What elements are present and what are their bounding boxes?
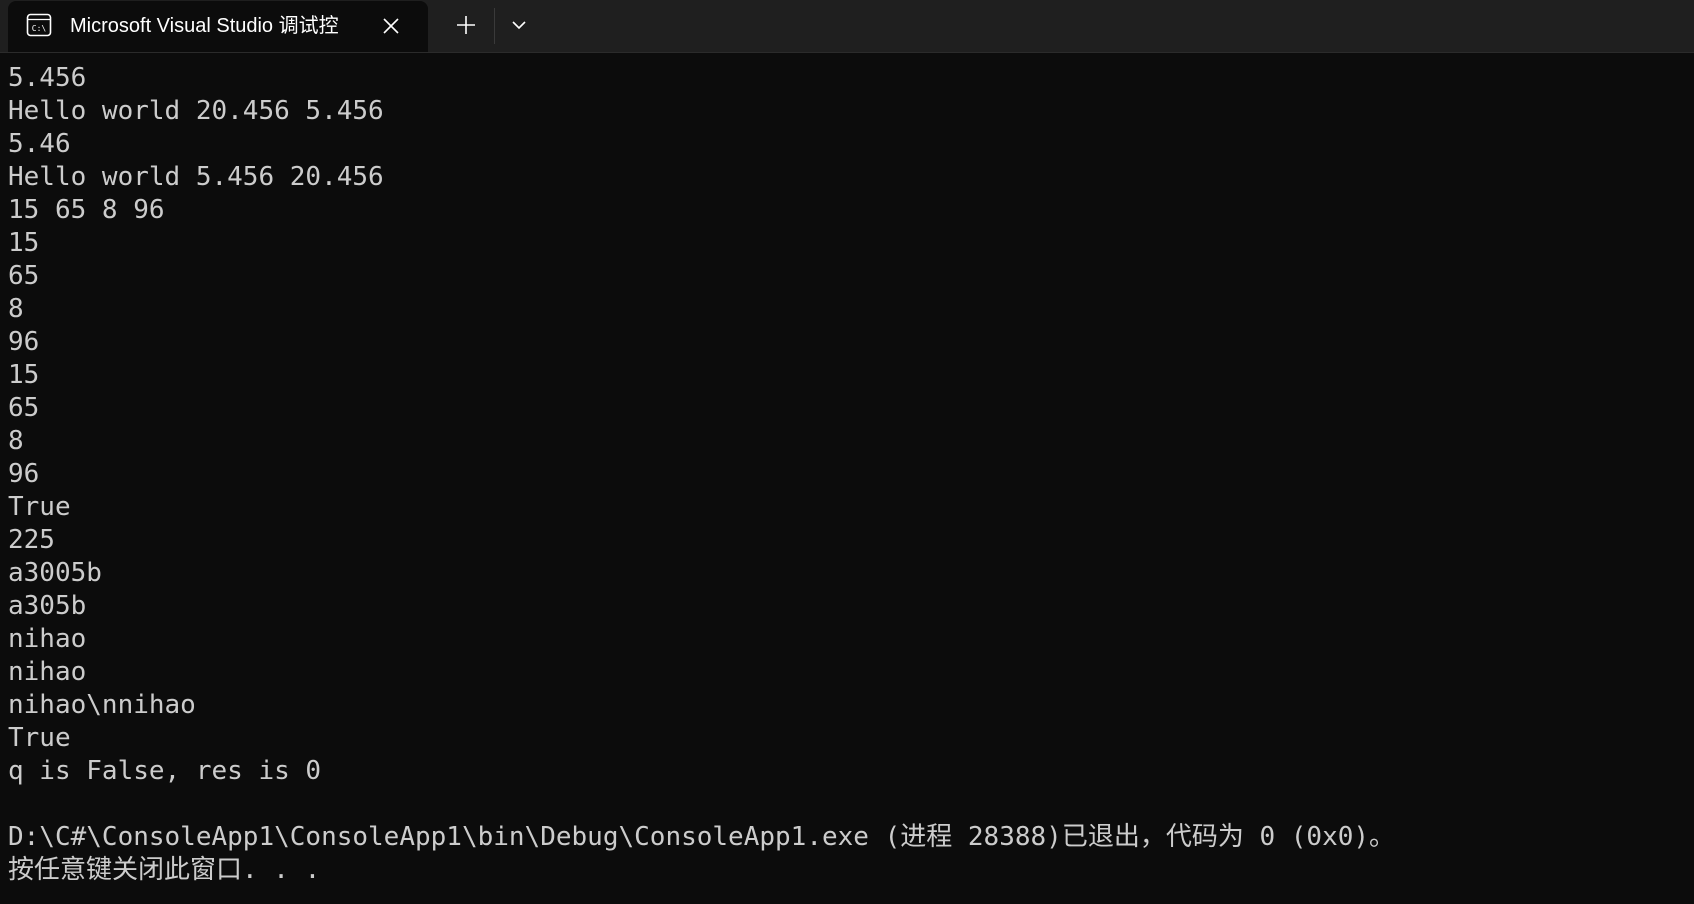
console-line: a305b	[8, 591, 87, 621]
console-text: 5.456 Hello world 20.456 5.456 5.46 Hell…	[8, 62, 1395, 887]
console-line: q is False, res is 0	[8, 756, 322, 786]
console-exit-message: D:\C#\ConsoleApp1\ConsoleApp1\bin\Debug\…	[8, 822, 1396, 852]
vertical-scrollbar[interactable]	[1680, 53, 1694, 904]
console-line: 8	[8, 426, 24, 456]
tab-bar: C:\ Microsoft Visual Studio 调试控	[0, 0, 1694, 53]
console-close-prompt: 按任意键关闭此窗口. . .	[8, 855, 321, 885]
console-line: True	[8, 723, 71, 753]
svg-text:C:\: C:\	[32, 24, 47, 33]
plus-icon[interactable]	[446, 10, 486, 40]
console-line: 96	[8, 459, 40, 489]
console-line: 96	[8, 327, 40, 357]
console-line: 225	[8, 525, 55, 555]
console-line: 15	[8, 228, 40, 258]
console-line: 15 65 8 96	[8, 195, 165, 225]
terminal-window: C:\ Microsoft Visual Studio 调试控 5.456 He…	[0, 0, 1694, 904]
console-line: Hello world 20.456 5.456	[8, 96, 384, 126]
console-line: 5.46	[8, 129, 71, 159]
console-line: Hello world 5.456 20.456	[8, 162, 384, 192]
console-line: 8	[8, 294, 24, 324]
console-line: a3005b	[8, 558, 102, 588]
console-line: 65	[8, 261, 40, 291]
console-line: nihao	[8, 624, 87, 654]
chevron-down-icon[interactable]	[502, 10, 536, 40]
console-line: True	[8, 492, 71, 522]
tab-separator	[494, 8, 495, 44]
console-line: 65	[8, 393, 40, 423]
close-icon[interactable]	[378, 13, 404, 39]
tab-active[interactable]: C:\ Microsoft Visual Studio 调试控	[8, 1, 428, 52]
console-icon: C:\	[26, 13, 52, 37]
console-line: 5.456	[8, 63, 87, 93]
console-output-area[interactable]: 5.456 Hello world 20.456 5.456 5.46 Hell…	[0, 53, 1694, 904]
console-line: 15	[8, 360, 40, 390]
tab-title: Microsoft Visual Studio 调试控	[70, 15, 339, 37]
console-line: nihao	[8, 657, 87, 687]
console-line: nihao\nnihao	[8, 690, 196, 720]
